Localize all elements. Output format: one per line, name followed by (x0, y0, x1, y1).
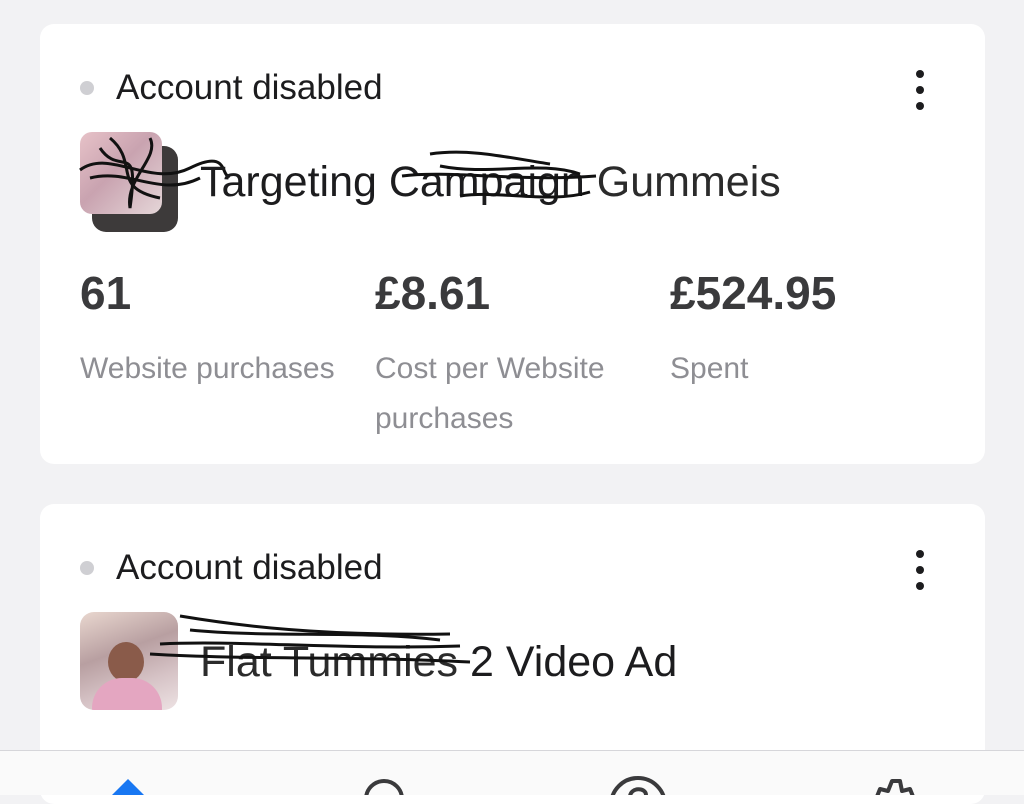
ad-thumbnail (80, 612, 180, 712)
metric-spent: £524.95 Spent (670, 264, 965, 444)
status-dot (80, 561, 94, 575)
bottom-tab-bar (0, 750, 1024, 795)
metric-website-purchases: 61 Website purchases (80, 264, 375, 444)
ad-title-row: Targeting Campaign Gummeis (79, 132, 781, 232)
metric-label: Cost per Website purchases (375, 352, 605, 435)
more-options-icon[interactable] (903, 70, 937, 110)
ad-name[interactable]: Flat Tummies 2 Video Ad (149, 614, 678, 687)
metric-label: Website purchases (80, 352, 335, 385)
account-status: Account disabled (80, 548, 383, 588)
search-icon[interactable] (352, 765, 416, 795)
status-text: Account disabled (116, 548, 383, 587)
ad-title-row: Flat Tummies 2 Video Ad (80, 612, 677, 712)
ad-name-text: Targeting Campaign (200, 157, 585, 206)
account-status: Account disabled (80, 68, 383, 108)
ad-card[interactable]: Account disabled Targeting Campaign Gumm… (40, 24, 985, 464)
metrics-row: 61 Website purchases £8.61 Cost per Webs… (80, 264, 965, 444)
home-icon[interactable] (96, 765, 160, 795)
metric-value: £524.95 (670, 267, 837, 319)
metric-cost-per-purchase: £8.61 Cost per Website purchases (375, 264, 670, 444)
help-icon[interactable] (606, 765, 670, 795)
metric-value: £8.61 (375, 267, 491, 319)
ad-name[interactable]: Targeting Campaign Gummeis (200, 150, 781, 207)
metric-value: 61 (80, 267, 132, 319)
status-text: Account disabled (116, 68, 383, 107)
more-options-icon[interactable] (903, 550, 937, 590)
ad-name-text: 2 Video Ad (470, 637, 678, 686)
settings-icon[interactable] (862, 765, 926, 795)
ad-thumbnail (79, 132, 230, 232)
metric-label: Spent (670, 352, 749, 385)
ad-name-redacted: Gummeis (596, 157, 781, 206)
status-dot (80, 81, 94, 95)
ad-name-redacted: Flat Tummies (200, 637, 459, 686)
